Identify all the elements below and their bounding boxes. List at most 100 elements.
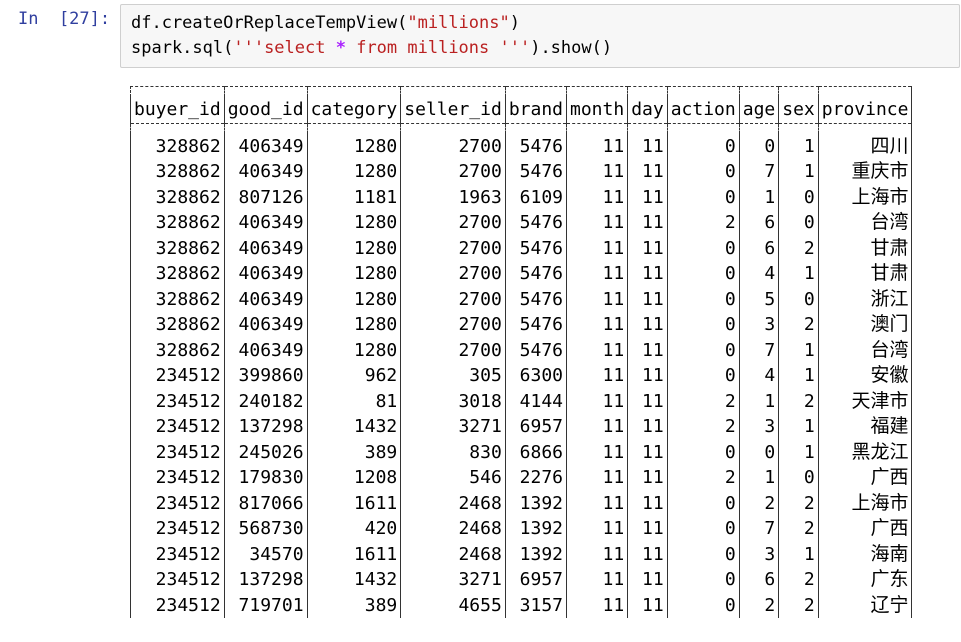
table-cell: 11: [627, 159, 668, 185]
table-cell: 2: [738, 490, 779, 516]
table-cell: 6109: [504, 184, 567, 210]
table-row: 328862 406349 1280 2700 5476 11 11 0 4 1 甘肃: [130, 261, 913, 287]
table-cell: 11: [627, 337, 668, 363]
table-cell: 11: [627, 363, 668, 389]
table-cell: 1963: [400, 184, 506, 210]
table-cell: 0: [666, 516, 740, 542]
column-header: sex: [778, 97, 819, 123]
table-cell: 962: [306, 363, 401, 389]
cell-prompt: In [27]:: [18, 9, 111, 29]
table-row: 328862 406349 1280 2700 5476 11 11 0 6 2 甘肃: [130, 235, 913, 261]
table-cell: 辽宁: [817, 592, 913, 618]
table-cell: 重庆市: [817, 159, 913, 185]
table-cell: 3: [738, 312, 779, 338]
table-cell: 830: [400, 439, 506, 465]
table-cell: 1: [778, 159, 819, 185]
column-header: month: [565, 97, 628, 123]
table-cell: 2: [778, 235, 819, 261]
table-row: 328862 406349 1280 2700 5476 11 11 0 5 0 浙江: [130, 286, 913, 312]
table-cell: 1280: [306, 235, 401, 261]
table-top-rule: [130, 86, 913, 97]
table-cell: 234512: [130, 592, 225, 618]
cell-output: buyer_id good_id category seller_id brand mon…: [120, 76, 961, 642]
table-row: 234512 245026 389 830 6866 11 11 0 0 1 黑龙江: [130, 439, 913, 465]
table-cell: 11: [565, 414, 628, 440]
table-cell: 11: [627, 312, 668, 338]
table-cell: 2700: [400, 210, 506, 236]
table-cell: 11: [565, 184, 628, 210]
table-cell: 0: [738, 133, 779, 159]
table-cell: 7: [738, 337, 779, 363]
table-cell: 406349: [223, 312, 308, 338]
table-cell: 0: [666, 312, 740, 338]
code-editor[interactable]: df.createOrReplaceTempView("millions") s…: [120, 4, 960, 68]
table-cell: 406349: [223, 286, 308, 312]
table-cell: 420: [306, 516, 401, 542]
table-row: 328862 406349 1280 2700 5476 11 11 0 3 2 澳门: [130, 312, 913, 338]
table-cell: 245026: [223, 439, 308, 465]
table-cell: 234512: [130, 541, 225, 567]
table-row: 234512 34570 1611 2468 1392 11 11 0 3 1 海南: [130, 541, 913, 567]
table-cell: 81: [306, 388, 401, 414]
table-cell: 1280: [306, 286, 401, 312]
table-cell: 0: [666, 261, 740, 287]
table-cell: 6957: [504, 567, 567, 593]
table-cell: 2: [666, 465, 740, 491]
column-header: day: [627, 97, 668, 123]
table-cell: 406349: [223, 235, 308, 261]
table-cell: 1181: [306, 184, 401, 210]
table-header-rule: [130, 122, 913, 134]
code-cell[interactable]: In [27]: df.createOrReplaceTempView("mil…: [0, 0, 961, 72]
table-cell: 817066: [223, 490, 308, 516]
table-cell: 328862: [130, 261, 225, 287]
table-cell: 0: [666, 184, 740, 210]
table-cell: 11: [565, 235, 628, 261]
table-cell: 1280: [306, 312, 401, 338]
table-cell: 1392: [504, 541, 567, 567]
table-cell: 11: [565, 159, 628, 185]
table-cell: 0: [778, 286, 819, 312]
table-cell: 1: [778, 414, 819, 440]
table-cell: 安徽: [817, 363, 913, 389]
table-cell: 1: [778, 261, 819, 287]
table-cell: 4144: [504, 388, 567, 414]
table-cell: 1208: [306, 465, 401, 491]
table-cell: 上海市: [817, 490, 913, 516]
table-cell: 328862: [130, 159, 225, 185]
table-cell: 234512: [130, 388, 225, 414]
table-cell: 浙江: [817, 286, 913, 312]
table-cell: 澳门: [817, 312, 913, 338]
table-row: 328862 406349 1280 2700 5476 11 11 2 6 0 台湾: [130, 210, 913, 236]
table-cell: 1280: [306, 210, 401, 236]
table-cell: 0: [738, 439, 779, 465]
table-cell: 2: [738, 592, 779, 618]
table-cell: 234512: [130, 516, 225, 542]
table-cell: 1: [778, 337, 819, 363]
table-cell: 3157: [504, 592, 567, 618]
table-cell: 2700: [400, 235, 506, 261]
table-cell: 1432: [306, 567, 401, 593]
table-cell: 5476: [504, 133, 567, 159]
table-cell: 11: [627, 210, 668, 236]
table-cell: 5: [738, 286, 779, 312]
column-header: seller_id: [400, 97, 506, 123]
table-cell: 甘肃: [817, 235, 913, 261]
table-cell: 0: [666, 363, 740, 389]
dataframe-table: buyer_id good_id category seller_id brand mon…: [130, 86, 913, 618]
table-cell: 389: [306, 592, 401, 618]
table-row: 234512 568730 420 2468 1392 11 11 0 7 2 广西: [130, 516, 913, 542]
table-cell: 6300: [504, 363, 567, 389]
table-cell: 11: [627, 388, 668, 414]
table-cell: 2: [778, 516, 819, 542]
table-cell: 5476: [504, 337, 567, 363]
table-cell: 11: [627, 516, 668, 542]
table-cell: 1432: [306, 414, 401, 440]
table-cell: 328862: [130, 235, 225, 261]
table-cell: 2700: [400, 159, 506, 185]
header-row: buyer_id good_id category seller_id brand mon…: [130, 97, 913, 123]
table-cell: 234512: [130, 490, 225, 516]
table-cell: 0: [666, 133, 740, 159]
table-cell: 1: [778, 439, 819, 465]
table-cell: 719701: [223, 592, 308, 618]
table-row: 234512 179830 1208 546 2276 11 11 2 1 0 广西: [130, 465, 913, 491]
